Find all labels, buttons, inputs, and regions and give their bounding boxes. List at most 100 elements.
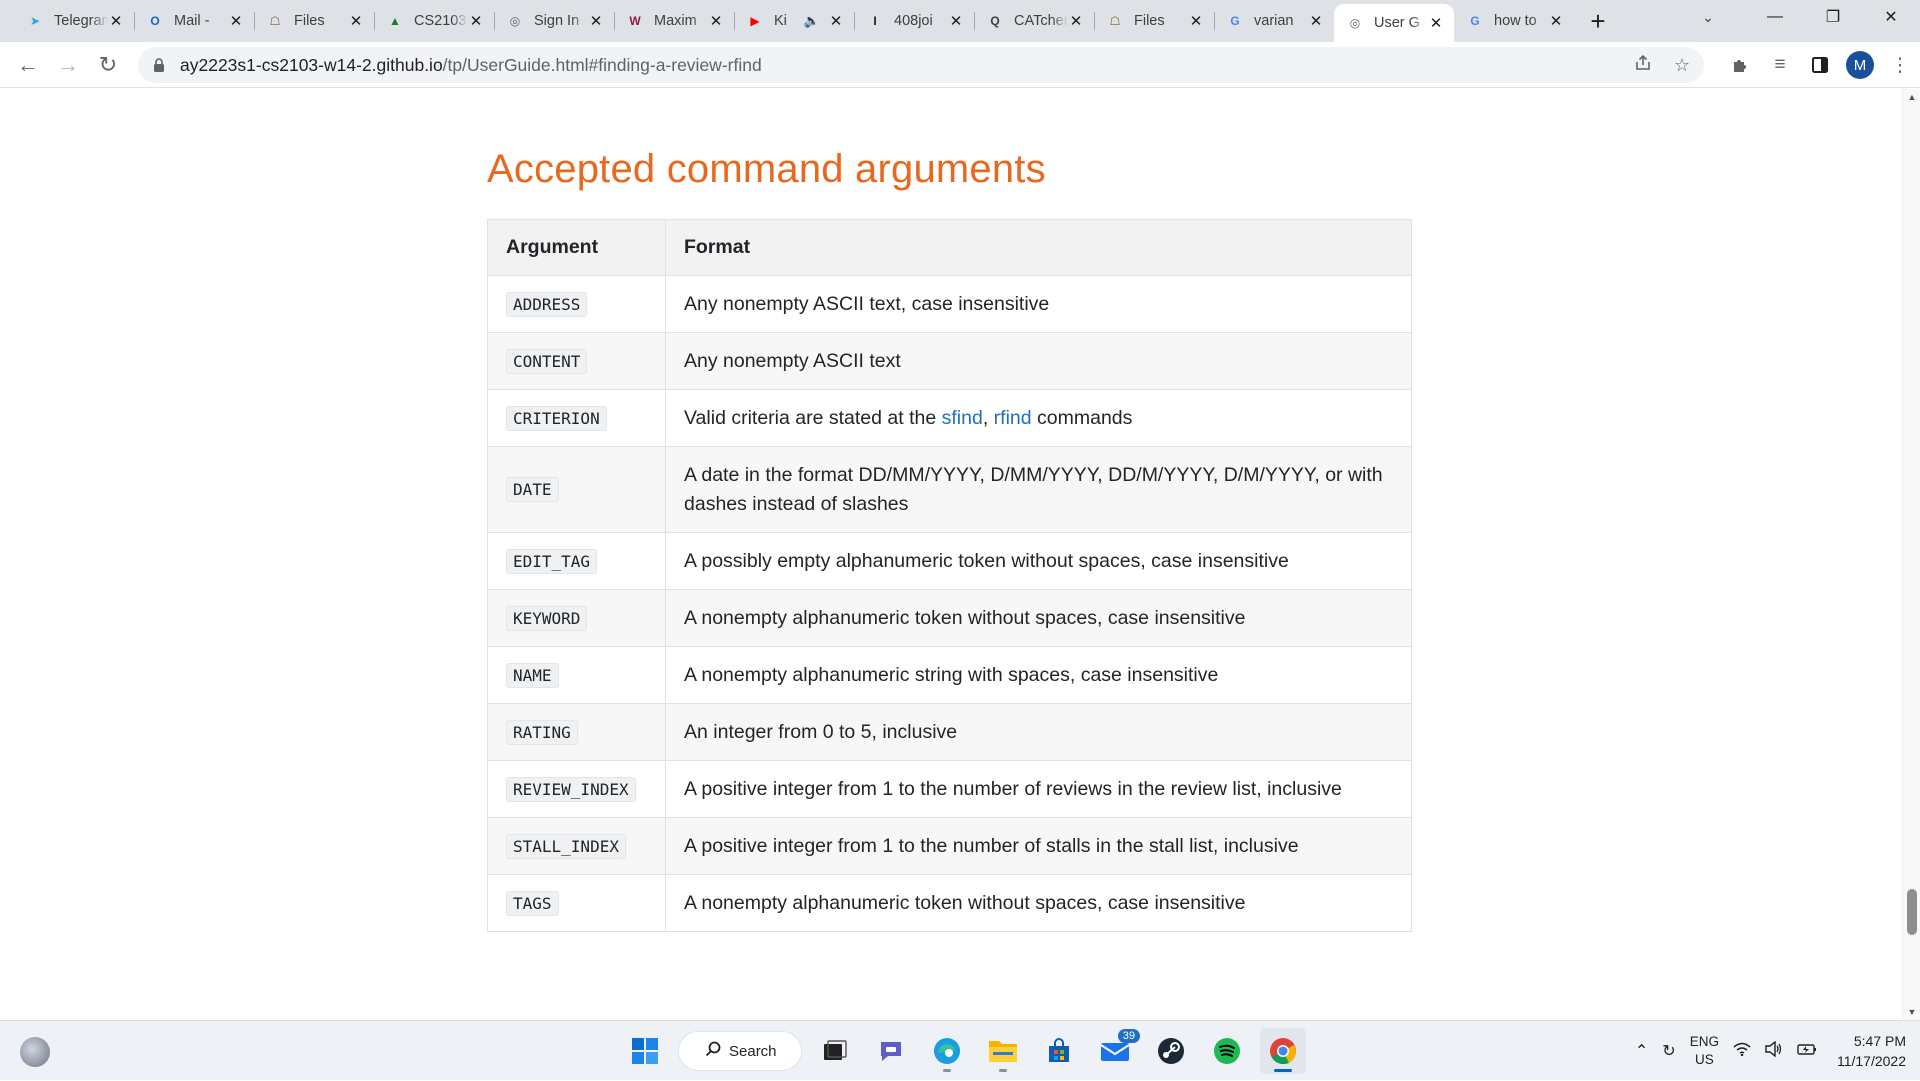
browser-tab[interactable]: I 408joi ✕ bbox=[854, 0, 974, 42]
back-button[interactable]: ← bbox=[8, 45, 48, 85]
menu-kebab-icon[interactable]: ⋮ bbox=[1880, 54, 1920, 77]
minimize-button[interactable]: — bbox=[1746, 0, 1804, 34]
tab-close-icon[interactable]: ✕ bbox=[1188, 13, 1204, 30]
nus-crest-icon: ☖ bbox=[1109, 14, 1121, 28]
scrollbar-thumb[interactable] bbox=[1907, 889, 1917, 935]
forward-button[interactable]: → bbox=[48, 45, 88, 85]
toolbar-right-group: ≡ M ⋮ bbox=[1720, 42, 1920, 88]
bookmark-star-icon[interactable]: ☆ bbox=[1674, 55, 1690, 76]
tab-title: Files bbox=[294, 13, 325, 29]
arg-cell: CONTENT bbox=[487, 332, 666, 390]
taskbar-search-box[interactable]: Search bbox=[678, 1031, 802, 1071]
weather-widget-icon[interactable] bbox=[20, 1037, 50, 1067]
search-label: Search bbox=[729, 1042, 777, 1060]
vertical-scrollbar[interactable]: ▲ ▼ bbox=[1902, 89, 1920, 1020]
tab-title: Sign In bbox=[534, 13, 580, 29]
browser-tab[interactable]: W Maxim ✕ bbox=[614, 0, 734, 42]
tab-close-icon[interactable]: ✕ bbox=[228, 13, 244, 30]
browser-tab[interactable]: Ghow to ✕ bbox=[1454, 0, 1574, 42]
tab-close-icon[interactable]: ✕ bbox=[1548, 13, 1564, 30]
tab-close-icon[interactable]: ✕ bbox=[948, 13, 964, 30]
profile-avatar[interactable]: M bbox=[1840, 51, 1880, 79]
file-explorer-icon[interactable] bbox=[980, 1028, 1026, 1074]
steam-icon[interactable] bbox=[1148, 1028, 1194, 1074]
scroll-up-arrow-icon[interactable]: ▲ bbox=[1903, 89, 1920, 105]
arg-code: RATING bbox=[506, 719, 578, 745]
tab-title: varian bbox=[1254, 13, 1294, 29]
tab-close-icon[interactable]: ✕ bbox=[588, 13, 604, 30]
edge-browser-icon[interactable] bbox=[924, 1028, 970, 1074]
tab-title: Files bbox=[1134, 13, 1165, 29]
language-indicator[interactable]: ENG US bbox=[1690, 1033, 1719, 1069]
start-windows-icon[interactable] bbox=[622, 1028, 668, 1074]
wifi-icon[interactable] bbox=[1733, 1042, 1751, 1061]
globe-icon: ◎ bbox=[509, 14, 521, 28]
tab-audio-speaker-icon[interactable]: 🔈 bbox=[804, 13, 820, 29]
browser-tab[interactable]: ▶ Ki 🔈 ✕ bbox=[734, 0, 854, 42]
format-cell: A possibly empty alphanumeric token with… bbox=[665, 532, 1412, 590]
browser-tab[interactable]: ☖ Files ✕ bbox=[1094, 0, 1214, 42]
clock-date: 11/17/2022 bbox=[1836, 1053, 1906, 1069]
table-row: RATING An integer from 0 to 5, inclusive bbox=[487, 703, 1412, 761]
address-bar[interactable]: ay2223s1-cs2103-w14-2.github.io/tp/UserG… bbox=[138, 47, 1704, 83]
volume-icon[interactable] bbox=[1765, 1040, 1783, 1062]
chrome-icon[interactable] bbox=[1260, 1028, 1306, 1074]
browser-tab[interactable]: ▲ CS2103 ✕ bbox=[374, 0, 494, 42]
task-view-icon[interactable] bbox=[812, 1028, 858, 1074]
tab-close-icon[interactable]: ✕ bbox=[1428, 15, 1444, 32]
rfind-link[interactable]: rfind bbox=[994, 407, 1032, 429]
system-clock[interactable]: 5:47 PM 11/17/2022 bbox=[1837, 1031, 1906, 1071]
sync-icon[interactable]: ↻ bbox=[1662, 1041, 1675, 1061]
share-icon[interactable] bbox=[1634, 54, 1652, 77]
browser-tab[interactable]: Q CATcher ✕ bbox=[974, 0, 1094, 42]
header-argument: Argument bbox=[487, 219, 666, 276]
arguments-table: Argument Format ADDRESS Any nonempty ASC… bbox=[487, 219, 1412, 932]
lock-icon[interactable] bbox=[152, 57, 166, 73]
mail-icon[interactable]: 39 bbox=[1092, 1028, 1140, 1074]
tab-title: Ki bbox=[774, 13, 787, 29]
browser-tab[interactable]: O Mail - ✕ bbox=[134, 0, 254, 42]
arg-cell: TAGS bbox=[487, 874, 666, 932]
sfind-link[interactable]: sfind bbox=[942, 407, 983, 429]
show-hidden-icons-chevron-icon[interactable]: ⌃ bbox=[1635, 1041, 1648, 1061]
browser-toolbar: ← → ↻ ay2223s1-cs2103-w14-2.github.io/tp… bbox=[0, 42, 1920, 88]
teams-chat-icon[interactable] bbox=[868, 1028, 914, 1074]
browser-tab[interactable]: ☖ Files ✕ bbox=[254, 0, 374, 42]
browser-tab[interactable]: ◎ User G ✕ bbox=[1334, 4, 1454, 42]
graduation-cap-icon: ▲ bbox=[389, 14, 401, 28]
format-text: Valid criteria are stated at the bbox=[684, 406, 942, 429]
battery-icon[interactable] bbox=[1797, 1042, 1817, 1061]
table-row: ADDRESS Any nonempty ASCII text, case in… bbox=[487, 275, 1412, 333]
microsoft-store-icon[interactable] bbox=[1036, 1028, 1082, 1074]
new-tab-button[interactable]: + bbox=[1578, 0, 1618, 42]
browser-tab[interactable]: ➤ Telegram ✕ bbox=[14, 0, 134, 42]
tab-close-icon[interactable]: ✕ bbox=[1308, 13, 1324, 30]
tab-close-icon[interactable]: ✕ bbox=[708, 13, 724, 30]
url-host: ay2223s1-cs2103-w14-2.github.io bbox=[180, 54, 443, 75]
browser-tab[interactable]: Gvarian ✕ bbox=[1214, 0, 1334, 42]
format-cell: A positive integer from 1 to the number … bbox=[665, 817, 1412, 875]
tab-close-icon[interactable]: ✕ bbox=[1068, 13, 1084, 30]
media-queue-icon[interactable]: ≡ bbox=[1760, 54, 1800, 76]
tab-close-icon[interactable]: ✕ bbox=[108, 13, 124, 30]
close-window-button[interactable]: ✕ bbox=[1862, 0, 1920, 34]
keyboard-region: US bbox=[1694, 1052, 1714, 1067]
side-panel-icon[interactable] bbox=[1800, 56, 1840, 74]
tab-close-icon[interactable]: ✕ bbox=[348, 13, 364, 30]
extensions-puzzle-icon[interactable] bbox=[1720, 56, 1760, 74]
tab-close-icon[interactable]: ✕ bbox=[828, 13, 844, 30]
reload-button[interactable]: ↻ bbox=[88, 45, 128, 85]
globe-icon: ◎ bbox=[1349, 16, 1361, 30]
telegram-icon: ➤ bbox=[29, 14, 41, 28]
page-content: Accepted command arguments Argument Form… bbox=[0, 89, 1902, 1020]
tab-search-chevron-icon[interactable]: ⌄ bbox=[1680, 9, 1736, 26]
arg-cell: CRITERION bbox=[487, 389, 666, 447]
restore-button[interactable]: ❐ bbox=[1804, 0, 1862, 34]
instructure-icon: I bbox=[873, 14, 877, 28]
scroll-down-arrow-icon[interactable]: ▼ bbox=[1903, 1004, 1920, 1020]
spotify-icon[interactable] bbox=[1204, 1028, 1250, 1074]
tab-title: Mail - bbox=[174, 13, 210, 29]
arg-cell: NAME bbox=[487, 646, 666, 704]
browser-tab[interactable]: ◎ Sign In ✕ bbox=[494, 0, 614, 42]
tab-close-icon[interactable]: ✕ bbox=[468, 13, 484, 30]
